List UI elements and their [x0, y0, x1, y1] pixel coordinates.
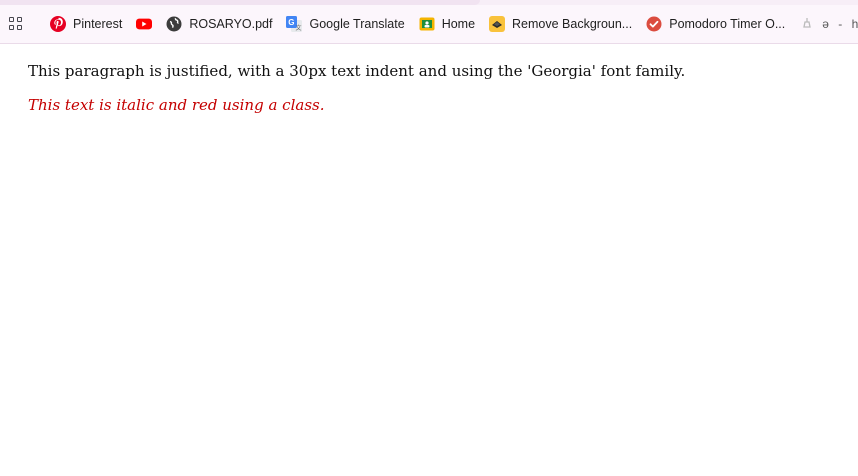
- svg-text:G: G: [289, 18, 295, 27]
- bookmark-google-translate[interactable]: G 文 Google Translate: [286, 10, 405, 38]
- globe-icon: [166, 16, 182, 32]
- bookmark-pinterest[interactable]: Pinterest: [50, 10, 122, 38]
- remove-bg-icon: [489, 16, 506, 32]
- bookmark-rosaryo-pdf[interactable]: ROSARYO.pdf: [166, 10, 272, 38]
- bookmark-label: ə - h o m: [822, 17, 858, 31]
- bookmark-label: Pomodoro Timer O...: [669, 17, 786, 31]
- faded-icon: [799, 16, 815, 32]
- svg-text:文: 文: [296, 24, 302, 32]
- italic-red-text: This text is italic and red using a clas…: [28, 96, 325, 114]
- page-content: This paragraph is justified, with a 30px…: [28, 62, 838, 114]
- bookmark-label: Pinterest: [73, 17, 123, 31]
- bookmark-label: ROSARYO.pdf: [189, 17, 273, 31]
- bookmark-remove-background[interactable]: Remove Backgroun...: [489, 10, 632, 38]
- bookmark-label: Home: [441, 17, 476, 31]
- google-translate-icon: G 文: [286, 16, 303, 32]
- bookmark-home[interactable]: Home: [419, 10, 475, 38]
- pomodoro-check-icon: [646, 16, 662, 32]
- bookmark-truncated[interactable]: ə - h o m: [799, 10, 858, 38]
- apps-grid-icon[interactable]: [9, 17, 22, 31]
- bookmark-youtube[interactable]: [136, 10, 153, 38]
- bookmark-label: Remove Backgroun...: [512, 17, 633, 31]
- home-icon: [419, 16, 435, 32]
- pinterest-icon: [50, 16, 66, 32]
- bookmark-pomodoro-timer[interactable]: Pomodoro Timer O...: [646, 10, 785, 38]
- bookmark-label: Google Translate: [309, 17, 405, 31]
- justified-paragraph: This paragraph is justified, with a 30px…: [28, 62, 686, 80]
- youtube-icon: [136, 16, 153, 32]
- bookmarks-bar: Pinterest ROSARYO.pdf G 文 Google Transla…: [0, 5, 858, 44]
